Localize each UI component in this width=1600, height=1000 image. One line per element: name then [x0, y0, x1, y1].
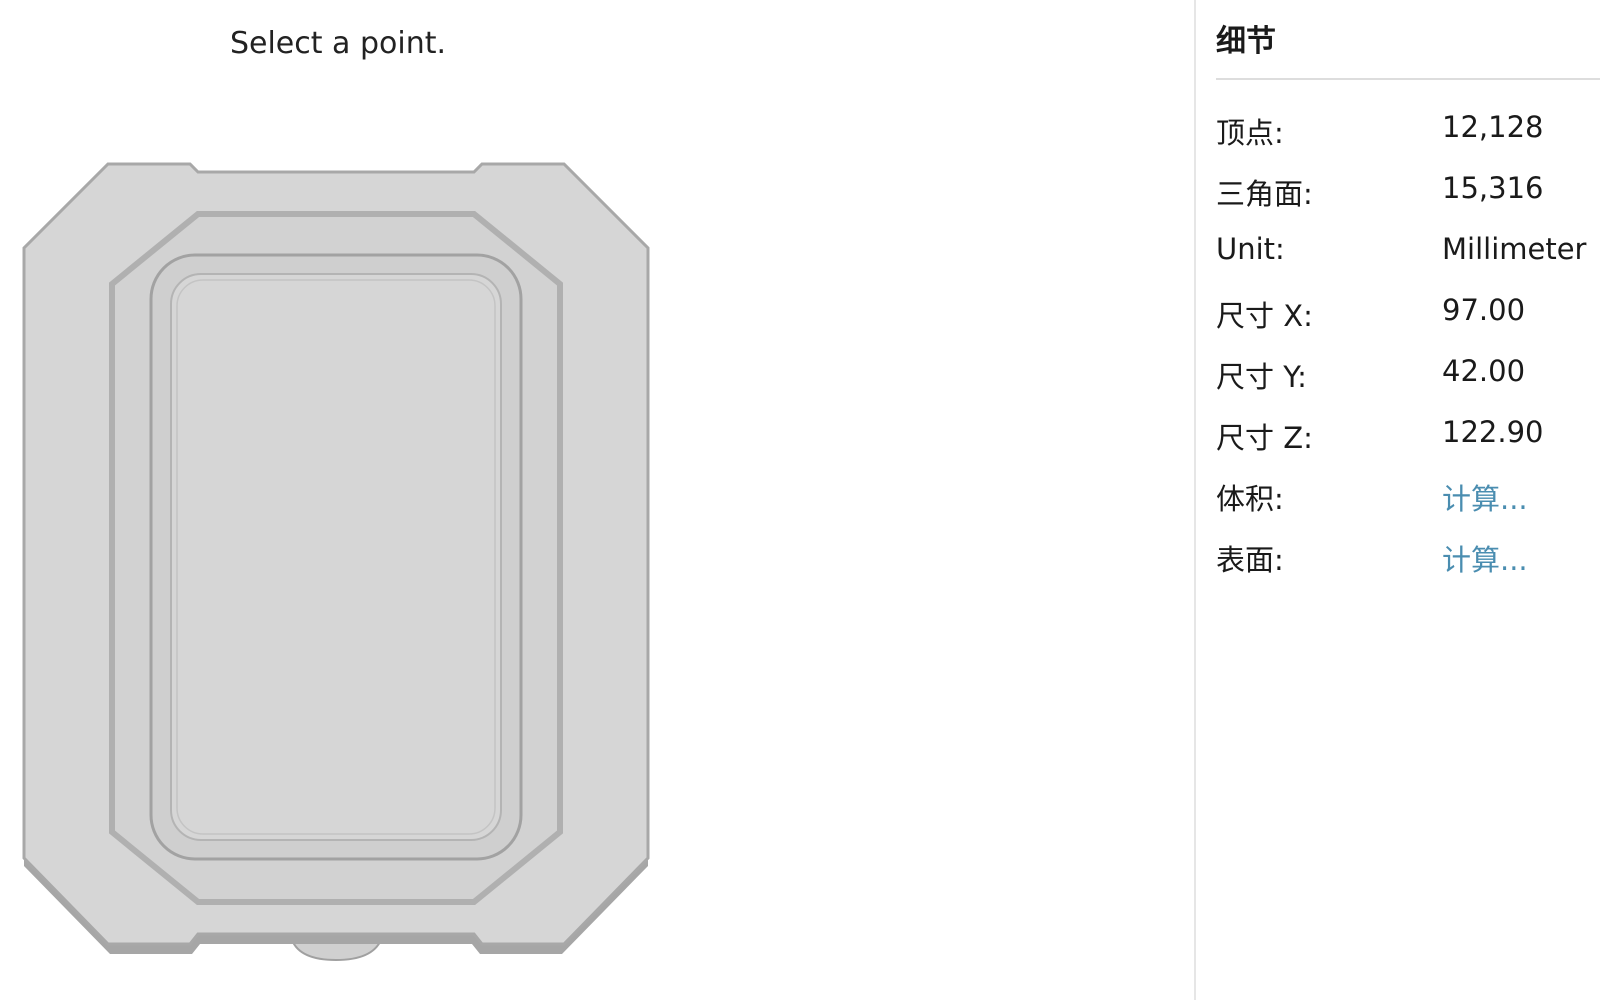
detail-row-unit: Unit: Millimeter	[1216, 222, 1600, 283]
panel-title: 细节	[1216, 24, 1276, 59]
detail-label: Unit:	[1216, 232, 1285, 266]
detail-row-size-y: 尺寸 Y: 42.00	[1216, 344, 1600, 405]
detail-row-triangles: 三角面: 15,316	[1216, 161, 1600, 222]
detail-value: 12,128	[1442, 110, 1544, 144]
3d-model[interactable]	[0, 0, 1194, 1000]
detail-row-surface: 表面: 计算...	[1216, 527, 1600, 588]
detail-row-volume: 体积: 计算...	[1216, 466, 1600, 527]
detail-label: 表面:	[1216, 543, 1284, 577]
detail-label: 尺寸 Z:	[1216, 421, 1313, 455]
detail-label: 三角面:	[1216, 177, 1313, 211]
calculate-volume-link[interactable]: 计算...	[1442, 476, 1528, 518]
detail-value: 122.90	[1442, 415, 1544, 449]
detail-row-size-x: 尺寸 X: 97.00	[1216, 283, 1600, 344]
detail-label: 体积:	[1216, 482, 1284, 516]
detail-value: Millimeter	[1442, 232, 1587, 266]
3d-viewport[interactable]: Select a point.	[0, 0, 1194, 1000]
detail-value: 42.00	[1442, 354, 1526, 388]
detail-row-vertices: 顶点: 12,128	[1216, 100, 1600, 161]
app-window: Select a point. 细节 顶点: 12,128 三角面: 15,31…	[0, 0, 1600, 1000]
detail-row-size-z: 尺寸 Z: 122.90	[1216, 405, 1600, 466]
detail-value: 97.00	[1442, 293, 1526, 327]
detail-label: 尺寸 Y:	[1216, 360, 1307, 394]
model-screen	[170, 273, 502, 841]
calculate-surface-link[interactable]: 计算...	[1442, 537, 1528, 579]
detail-label: 顶点:	[1216, 116, 1284, 150]
detail-label: 尺寸 X:	[1216, 299, 1313, 333]
detail-value: 15,316	[1442, 171, 1544, 205]
panel-title-divider	[1216, 78, 1600, 80]
details-list: 顶点: 12,128 三角面: 15,316 Unit: Millimeter …	[1216, 100, 1600, 588]
details-panel: 细节 顶点: 12,128 三角面: 15,316 Unit: Millimet…	[1196, 0, 1600, 1000]
